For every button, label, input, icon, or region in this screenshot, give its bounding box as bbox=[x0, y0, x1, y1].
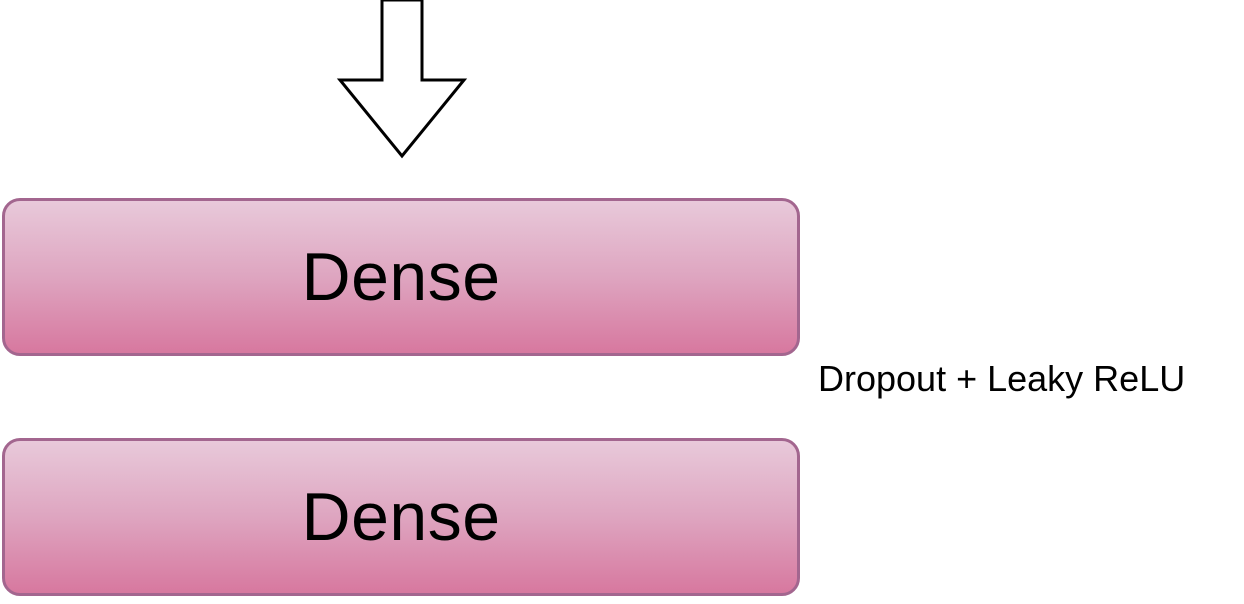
dense-layer-2: Dense bbox=[2, 438, 800, 596]
dropout-leaky-relu-annotation: Dropout + Leaky ReLU bbox=[818, 358, 1186, 399]
down-arrow-icon bbox=[336, 0, 468, 159]
dense-layer-2-label: Dense bbox=[301, 479, 501, 555]
dense-layer-1: Dense bbox=[2, 198, 800, 356]
dense-layer-1-label: Dense bbox=[301, 239, 501, 315]
